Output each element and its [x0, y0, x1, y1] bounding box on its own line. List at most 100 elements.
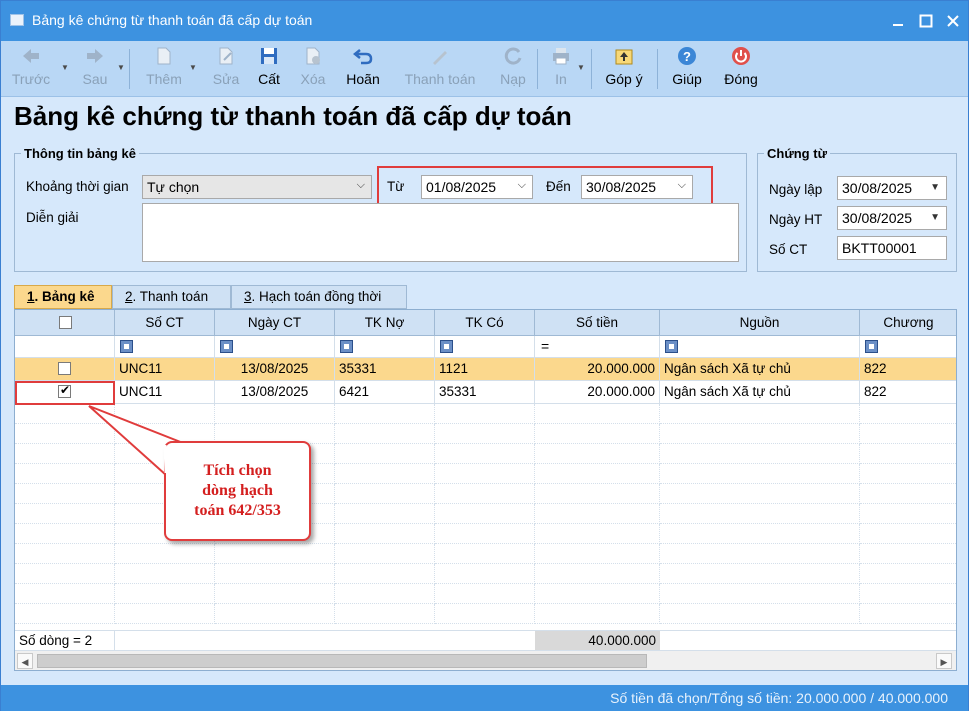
dialog-window: Bảng kê chứng từ thanh toán đã cấp dự to…	[0, 0, 969, 711]
table-row[interactable]: UNC11 13/08/2025 6421 35331 20.000.000 N…	[15, 381, 956, 404]
window-title: Bảng kê chứng từ thanh toán đã cấp dự to…	[32, 12, 313, 28]
chevron-down-icon: ⌵	[677, 179, 686, 191]
maximize-button[interactable]	[914, 9, 938, 33]
tab-hach-toan-dong-thoi[interactable]: 3. Hạch toán đồng thời	[231, 285, 407, 309]
to-label: Đến	[546, 179, 571, 194]
voucher-no-label: Số CT	[769, 242, 808, 257]
filter-cell[interactable]	[335, 336, 435, 358]
toolbar: Trước ▼ Sau ▼ Thêm ▼ Sửa Cất Xóa Hoãn Th…	[1, 41, 968, 97]
total-amount: 40.000.000	[535, 631, 660, 651]
printer-icon	[553, 48, 569, 65]
filter-icon	[220, 340, 233, 353]
feedback-button[interactable]: Góp ý	[602, 43, 646, 93]
empty-row	[15, 484, 956, 504]
close-button[interactable]: Đóng	[719, 43, 763, 93]
status-text: Số tiền đã chọn/Tổng số tiền: 20.000.000…	[610, 690, 948, 706]
scroll-thumb[interactable]	[37, 654, 647, 668]
col-so-ct[interactable]: Số CT	[115, 310, 215, 336]
row-count: Số dòng = 2	[15, 631, 115, 651]
voucher-date-input[interactable]: 30/08/2025 ▼	[837, 176, 947, 200]
pen-icon	[433, 51, 447, 65]
next-button[interactable]: Sau ▼	[75, 43, 125, 93]
col-tk-no[interactable]: TK Nợ	[335, 310, 435, 336]
minimize-button[interactable]	[886, 9, 910, 33]
filter-icon	[665, 340, 678, 353]
info-legend: Thông tin bảng kê	[24, 146, 136, 161]
prev-button[interactable]: Trước ▼	[9, 43, 69, 93]
maximize-icon	[919, 14, 933, 28]
scroll-right-icon[interactable]: ▶	[936, 653, 952, 669]
close-window-button[interactable]	[941, 9, 965, 33]
app-icon	[10, 14, 24, 26]
filter-row: =	[15, 336, 956, 358]
dropdown-arrow-icon: ▼	[577, 63, 585, 72]
col-so-tien[interactable]: Số tiền	[535, 310, 660, 336]
help-icon: ?	[678, 47, 696, 65]
filter-cell[interactable]	[215, 336, 335, 358]
empty-row	[15, 444, 956, 464]
undo-button[interactable]: Hoãn	[343, 43, 383, 93]
print-button[interactable]: In ▼	[547, 43, 585, 93]
dropdown-arrow-icon: ▼	[61, 63, 69, 72]
status-bar: Số tiền đã chọn/Tổng số tiền: 20.000.000…	[1, 685, 968, 711]
empty-row	[15, 604, 956, 624]
pay-button[interactable]: Thanh toán	[401, 43, 479, 93]
power-icon	[732, 47, 750, 65]
col-nguon[interactable]: Nguồn	[660, 310, 860, 336]
minimize-icon	[893, 24, 903, 26]
tab-bang-ke[interactable]: 1. Bảng kê	[14, 285, 112, 309]
select-all-header	[15, 310, 115, 336]
empty-row	[15, 424, 956, 444]
col-tk-co[interactable]: TK Có	[435, 310, 535, 336]
add-button[interactable]: Thêm ▼	[141, 43, 197, 93]
save-button[interactable]: Cất	[255, 43, 283, 93]
filter-icon	[340, 340, 353, 353]
voucher-grid: Số CT Ngày CT TK Nợ TK Có Số tiền Nguồn …	[14, 309, 957, 671]
empty-row	[15, 584, 956, 604]
reload-button[interactable]: Nạp	[497, 43, 529, 93]
period-label: Khoảng thời gian	[26, 179, 129, 194]
filter-icon	[440, 340, 453, 353]
filter-cell[interactable]	[860, 336, 956, 358]
svg-text:?: ?	[683, 49, 691, 64]
equals-icon: =	[541, 338, 550, 354]
filter-cell[interactable]	[435, 336, 535, 358]
row-checkbox[interactable]	[58, 362, 71, 375]
dropdown-arrow-icon: ▼	[189, 63, 197, 72]
period-select[interactable]: Tự chọn ⌵	[142, 175, 372, 199]
close-icon	[947, 15, 959, 27]
horizontal-scrollbar[interactable]: ◀ ▶	[15, 650, 956, 670]
scroll-left-icon[interactable]: ◀	[17, 653, 33, 669]
new-document-icon	[157, 47, 171, 65]
description-textarea[interactable]	[142, 203, 739, 262]
voucher-no-input[interactable]: BKTT00001	[837, 236, 947, 260]
undo-icon	[352, 49, 373, 65]
empty-row	[15, 464, 956, 484]
empty-row	[15, 524, 956, 544]
col-chuong[interactable]: Chương	[860, 310, 956, 336]
edit-button[interactable]: Sửa	[209, 43, 243, 93]
grid-footer: Số dòng = 2 40.000.000	[15, 630, 956, 651]
edit-document-icon	[219, 47, 233, 65]
chevron-down-icon: ⌵	[517, 179, 526, 191]
feedback-icon	[615, 49, 633, 65]
select-all-checkbox[interactable]	[59, 316, 72, 329]
filter-cell[interactable]	[115, 336, 215, 358]
to-date-input[interactable]: 30/08/2025 ⌵	[581, 175, 693, 199]
col-ngay-ct[interactable]: Ngày CT	[215, 310, 335, 336]
accounting-date-label: Ngày HT	[769, 212, 823, 227]
accounting-date-input[interactable]: 30/08/2025 ▼	[837, 206, 947, 230]
from-date-input[interactable]: 01/08/2025 ⌵	[421, 175, 533, 199]
filter-cell[interactable]: =	[535, 336, 660, 358]
title-bar: Bảng kê chứng từ thanh toán đã cấp dự to…	[1, 1, 968, 41]
filter-cell[interactable]	[660, 336, 860, 358]
delete-document-icon	[306, 47, 320, 65]
page-title: Bảng kê chứng từ thanh toán đã cấp dự to…	[14, 101, 572, 131]
refresh-icon	[504, 47, 522, 65]
table-row[interactable]: UNC11 13/08/2025 35331 1121 20.000.000 N…	[15, 358, 956, 381]
help-button[interactable]: ? Giúp	[667, 43, 707, 93]
delete-button[interactable]: Xóa	[297, 43, 329, 93]
chevron-down-icon: ⌵	[356, 179, 365, 191]
tab-thanh-toan[interactable]: 2. Thanh toán	[112, 285, 231, 309]
voucher-date-label: Ngày lập	[769, 182, 823, 197]
